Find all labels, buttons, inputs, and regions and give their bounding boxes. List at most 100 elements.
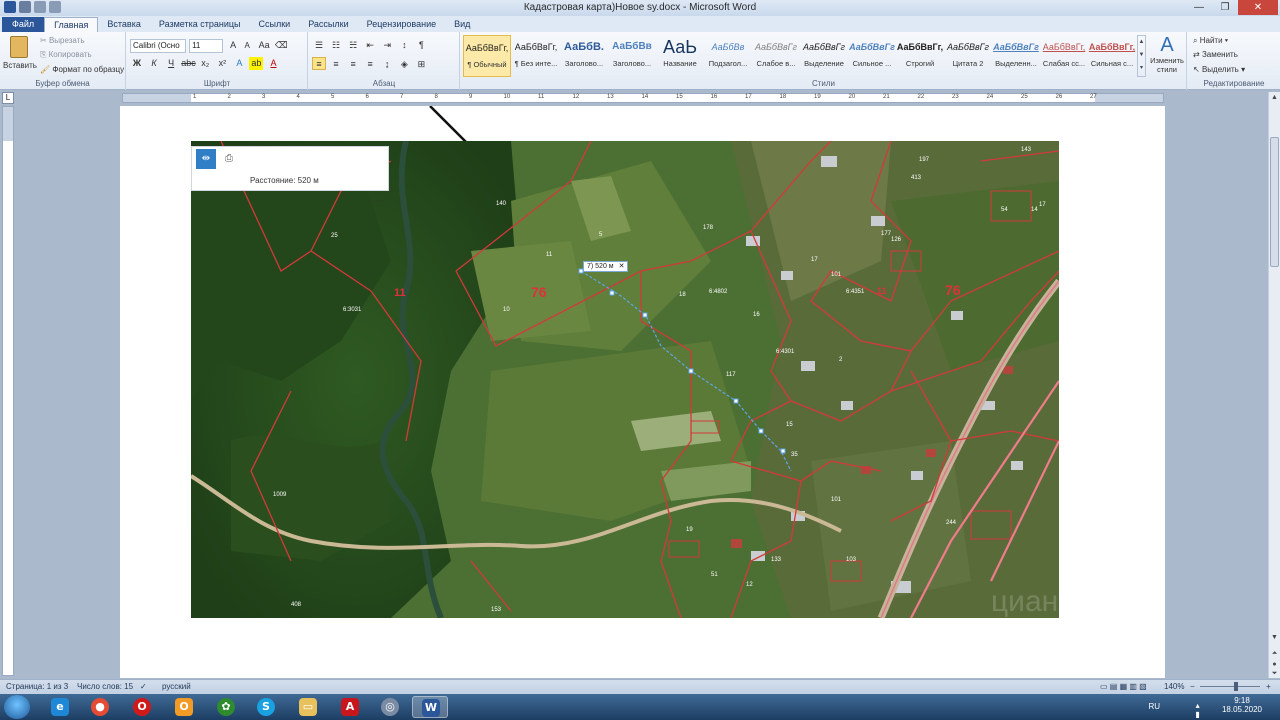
tray-icons[interactable]: ▴ ▮ ◀) [1193,701,1202,720]
change-case-icon[interactable]: Aa [257,39,271,52]
start-button[interactable] [4,695,30,719]
measure-mode-area-button[interactable]: ⎙ [219,149,239,169]
zoom-level[interactable]: 140% [1164,682,1184,691]
style-no-spacing[interactable]: АаБбВвГг, ¶ Без инте... [512,35,560,77]
scroll-thumb[interactable] [1270,137,1279,267]
show-marks-icon[interactable]: ¶ [414,39,428,52]
find-button[interactable]: ⌕ Найти ▾ [1193,36,1228,46]
font-color-icon[interactable]: A [267,57,281,70]
tab-file[interactable]: Файл [2,17,45,32]
tab-review[interactable]: Рецензирование [358,17,446,32]
close-button[interactable]: ✕ [1238,0,1278,15]
format-painter-button[interactable]: 🖌 Формат по образцу [40,65,124,74]
taskbar-opera[interactable]: O [124,696,160,718]
style-heading-2[interactable]: АаБбВв Заголово... [608,35,656,77]
align-left-button[interactable]: ≡ [312,57,326,70]
grow-font-icon[interactable]: A [226,39,240,52]
justify-button[interactable]: ≡ [363,58,377,71]
style-subtitle[interactable]: АаБбВв Подзагол... [704,35,752,77]
tab-mailings[interactable]: Рассылки [299,17,357,32]
subscript-button[interactable]: x₂ [198,57,212,70]
proofing-icon[interactable]: ✓ [140,682,147,691]
taskbar-skype[interactable]: S [248,696,284,718]
increase-indent-icon[interactable]: ⇥ [380,39,394,52]
close-icon[interactable]: ✕ [619,263,625,270]
select-button[interactable]: ↖ Выделить ▾ [1193,65,1245,74]
zoom-out-icon[interactable]: − [1190,682,1195,691]
highlight-icon[interactable]: ab [249,57,264,70]
multilevel-list-icon[interactable]: ☵ [346,39,360,52]
zoom-in-icon[interactable]: + [1266,682,1271,691]
clock[interactable]: 9:18 18.05.2020 [1212,696,1272,714]
measure-mode-distance-button[interactable]: ⇹ [196,149,216,169]
sort-icon[interactable]: ↕ [397,39,411,52]
clear-format-icon[interactable]: ⌫ [274,39,288,52]
word-count[interactable]: Число слов: 15 [77,682,133,691]
copy-button[interactable]: ⎘ Копировать [40,50,92,60]
style-emphasis[interactable]: АаБбВвГг Выделение [800,35,848,77]
text-effects-icon[interactable]: A [232,57,246,70]
superscript-button[interactable]: x² [215,57,229,70]
strikethrough-button[interactable]: abc [181,57,196,70]
style-title[interactable]: АаЬ Название [656,35,704,77]
style-heading-1[interactable]: АаБбВ. Заголово... [560,35,608,77]
taskbar-icq[interactable]: ✿ [208,696,244,718]
taskbar-ie[interactable]: e [42,696,78,718]
taskbar-acrobat[interactable]: A [332,696,368,718]
taskbar-media[interactable]: ◎ [372,696,408,718]
style-quote-2[interactable]: АаБбВвГг Цитата 2 [944,35,992,77]
taskbar-chrome[interactable]: ● [82,696,118,718]
font-name-combo[interactable]: Calibri (Осно [130,39,186,53]
style-intense-quote[interactable]: АаБбВвГг Выделенн... [992,35,1040,77]
italic-button[interactable]: К [147,57,161,70]
underline-button[interactable]: Ч [164,57,178,70]
style-intense-reference[interactable]: АаБбВвГг, Сильная с... [1088,35,1136,77]
language-indicator[interactable]: русский [162,682,191,691]
language-tray[interactable]: RU [1148,702,1160,711]
vertical-scrollbar[interactable]: ▲ ▼ ⏶ ● ⏷ [1268,92,1280,678]
line-spacing-icon[interactable]: ↨ [380,58,394,71]
style-strong[interactable]: АаБбВвГг, Строгий [896,35,944,77]
style-normal[interactable]: АаБбВвГг, ¶ Обычный [463,35,511,77]
vertical-ruler[interactable] [2,106,14,676]
styles-scroll[interactable]: ▲ ▼ ▾ [1137,35,1146,77]
zoom-slider[interactable] [1200,686,1260,687]
measure-tag[interactable]: 7) 520 м ✕ [583,261,629,272]
style-subtle-emphasis[interactable]: АаБбВвГг Слабое в... [752,35,800,77]
cadastral-map-image[interactable]: 140 25 11 10 5 178 18 16 117 15 1009 408… [191,141,1059,618]
styles-group: АаБбВвГг, ¶ Обычный АаБбВвГг, ¶ Без инте… [461,32,1187,90]
style-intense-emphasis[interactable]: АаБбВвГг Сильное ... [848,35,896,77]
scroll-down-icon[interactable]: ▼ [1269,632,1280,644]
tab-page-layout[interactable]: Разметка страницы [150,17,250,32]
minimize-button[interactable]: — [1186,0,1212,15]
borders-icon[interactable]: ⊞ [414,58,428,71]
taskbar-explorer[interactable]: ▭ [290,696,326,718]
page-count[interactable]: Страница: 1 из 3 [6,682,68,691]
paste-button[interactable]: Вставить [3,34,37,78]
align-center-button[interactable]: ≡ [329,58,343,71]
tab-view[interactable]: Вид [445,17,479,32]
change-styles-button[interactable]: A Изменить стили [1149,34,1185,78]
horizontal-ruler[interactable]: L 1 2 3 4 5 6 7 8 9 10 11 12 13 14 15 16 17 18 19 20 21 22 23 2… [0,91,1280,105]
align-right-button[interactable]: ≡ [346,58,360,71]
tab-home[interactable]: Главная [44,17,99,32]
shading-icon[interactable]: ◈ [397,58,411,71]
decrease-indent-icon[interactable]: ⇤ [363,39,377,52]
numbering-icon[interactable]: ☷ [329,39,343,52]
replace-button[interactable]: ⇄ Заменить [1193,50,1238,59]
style-subtle-reference[interactable]: АаБбВвГг, Слабая сс... [1040,35,1088,77]
taskbar-outlook[interactable]: O [166,696,202,718]
shrink-font-icon[interactable]: A [240,39,254,52]
scroll-up-icon[interactable]: ▲ [1269,92,1280,104]
zoom-slider-thumb[interactable] [1234,682,1238,691]
taskbar-word[interactable]: W [412,696,448,718]
maximize-button[interactable]: ❐ [1212,0,1238,15]
tab-selector[interactable]: L [2,92,14,104]
tab-insert[interactable]: Вставка [98,17,149,32]
cut-button[interactable]: ✂ Вырезать [40,36,85,45]
tab-references[interactable]: Ссылки [250,17,300,32]
bullets-icon[interactable]: ☰ [312,39,326,52]
view-buttons[interactable]: ▭ ▤ ▦ ▥ ▧ [1100,682,1147,691]
font-size-combo[interactable]: 11 [189,39,224,53]
bold-button[interactable]: Ж [130,57,144,70]
